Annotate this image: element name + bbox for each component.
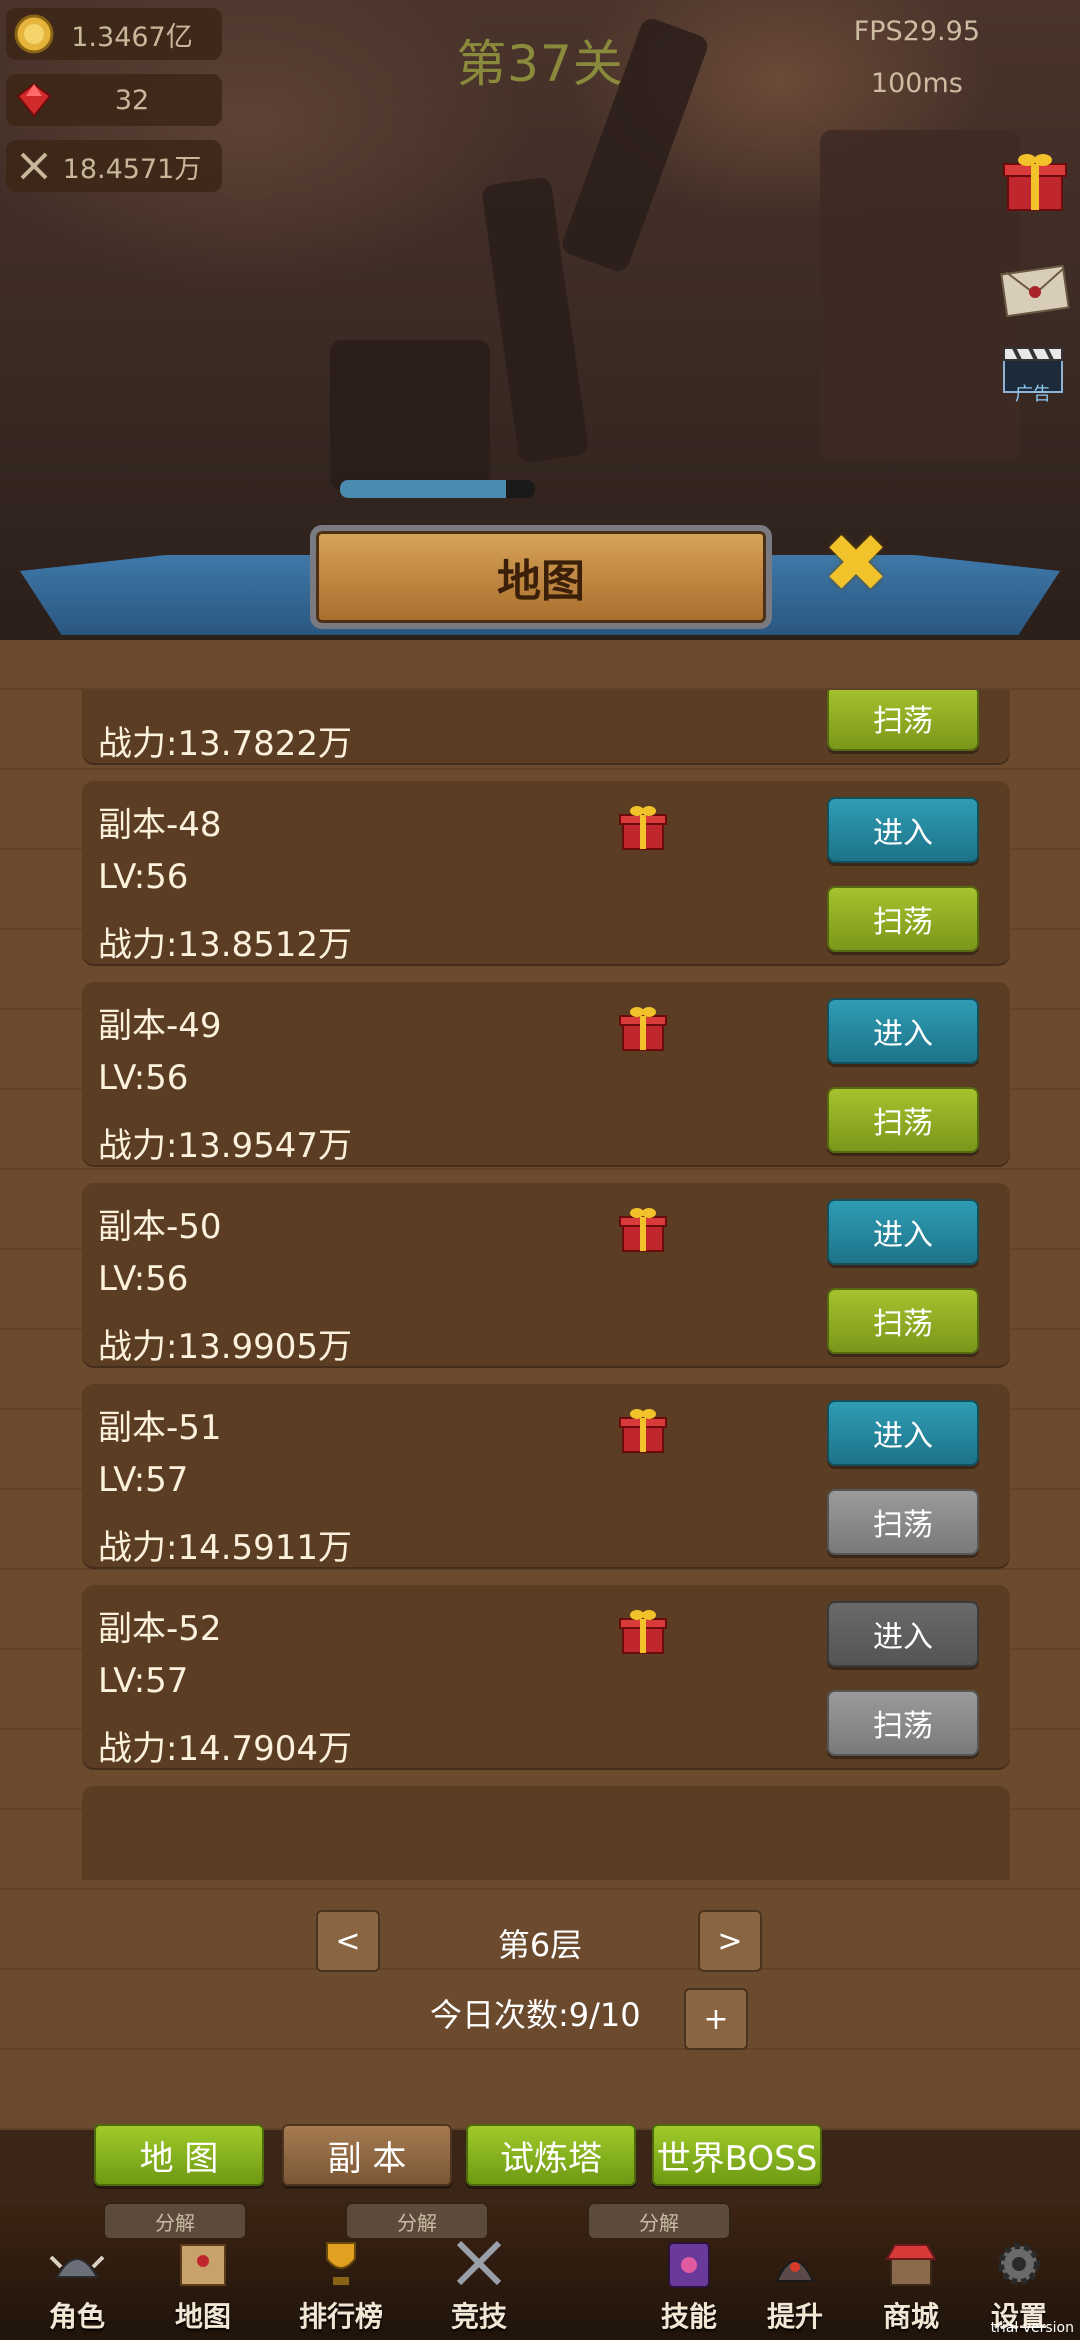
add-attempts-button[interactable]: + [684, 1988, 748, 2050]
sweep-button[interactable]: 扫荡 [827, 1489, 979, 1555]
dungeon-row: 副本-49 LV:56 战力:13.9547万 进入扫荡 [82, 982, 1010, 1167]
enter-button[interactable]: 进入 [827, 797, 979, 863]
nav-label: 排行榜 [298, 2300, 383, 2333]
decompose-button[interactable]: 分解 [346, 2203, 488, 2239]
trophy-icon [326, 2242, 356, 2285]
nav-label: 地图 [174, 2300, 231, 2333]
boss-hp-fill [340, 480, 506, 498]
shop-stall-icon [885, 2244, 937, 2286]
enter-button[interactable]: 进入 [827, 1400, 979, 1466]
gift-icon[interactable] [1000, 150, 1070, 214]
dungeon-row: 副本-48 LV:56 战力:13.8512万 进入扫荡 [82, 781, 1010, 966]
next-floor-button[interactable]: > [698, 1910, 762, 1972]
dialog-header: 地图 ✖ [0, 480, 1080, 650]
crossed-swords-icon [20, 152, 48, 180]
tab-trial-tower[interactable]: 试炼塔 [466, 2124, 636, 2186]
sweep-button[interactable]: 扫荡 [827, 1288, 979, 1354]
nav-shop[interactable]: 商城 [856, 2235, 966, 2335]
sweep-button[interactable]: 扫荡 [827, 1087, 979, 1153]
dungeon-power: 战力:13.9547万 [98, 1126, 353, 1166]
rock-decoration [820, 130, 1020, 460]
mail-icon[interactable] [1000, 258, 1070, 322]
helmet-icon [49, 2255, 105, 2278]
decompose-button[interactable]: 分解 [104, 2203, 246, 2239]
dungeon-name: 副本-51 [98, 1408, 222, 1448]
dungeon-level: LV:57 [98, 1661, 189, 1701]
floor-pager: < 第6层 > [0, 1910, 1080, 1972]
tab-dungeon[interactable]: 副 本 [282, 2124, 452, 2186]
tab-map[interactable]: 地 图 [94, 2124, 264, 2186]
enter-button[interactable]: 进入 [827, 998, 979, 1064]
ad-clapper-icon[interactable]: 广告 [1000, 344, 1066, 414]
map-scroll-icon [180, 2244, 226, 2286]
nav-character[interactable]: 角色 [22, 2235, 132, 2335]
dungeon-list[interactable]: 副本-47LV:55战力:13.7822万进入扫荡副本-48LV:56战力:13… [0, 690, 1080, 1880]
reward-gift-icon[interactable] [617, 1004, 669, 1052]
dungeon-row: 副本-52 LV:57 战力:14.7904万 进入扫荡 [82, 1585, 1010, 1770]
dungeon-power: 战力:13.7822万 [98, 724, 353, 764]
reward-gift-icon[interactable] [617, 803, 669, 851]
dungeon-power: 战力:13.8512万 [98, 925, 353, 965]
dungeon-name: 副本-49 [98, 1006, 222, 1046]
enter-button[interactable]: 进入 [827, 1601, 979, 1667]
reward-gift-icon[interactable] [617, 1607, 669, 1655]
sweep-button[interactable]: 扫荡 [827, 1690, 979, 1756]
dungeon-row: 副本-47LV:55战力:13.7822万进入扫荡 [82, 690, 1010, 765]
nav-label: 提升 [766, 2300, 823, 2333]
crossed-swords-icon [456, 2240, 502, 2286]
dungeon-row: 副本-50 LV:56 战力:13.9905万 进入扫荡 [82, 1183, 1010, 1368]
daily-attempts: 今日次数:9/10 [430, 1996, 641, 2034]
enter-button[interactable]: 进入 [827, 1199, 979, 1265]
sweep-button[interactable]: 扫荡 [827, 886, 979, 952]
nav-upgrade[interactable]: 提升 [740, 2235, 850, 2335]
gear-icon [998, 2243, 1040, 2285]
combat-power-counter: 18.4571万 [6, 140, 222, 192]
dungeon-power: 战力:13.9905万 [98, 1327, 353, 1367]
dungeon-row: 副本-51 LV:57 战力:14.5911万 进入扫荡 [82, 1384, 1010, 1569]
fps-text: FPS29.95 [853, 16, 980, 47]
performance-readout: FPS29.95 100ms [854, 6, 980, 110]
dungeon-level: LV:56 [98, 857, 189, 897]
dungeon-name: 副本-48 [98, 805, 222, 845]
latency-text: 100ms [870, 68, 963, 99]
floor-label: 第6层 [497, 1926, 583, 1964]
dungeon-level: LV:57 [98, 1460, 189, 1500]
nav-skills[interactable]: 技能 [634, 2235, 744, 2335]
dungeon-power: 战力:14.7904万 [98, 1729, 353, 1769]
decompose-button[interactable]: 分解 [588, 2203, 730, 2239]
boss-hp-bar [340, 480, 535, 498]
spellbook-icon [668, 2242, 710, 2288]
nav-label: 角色 [48, 2300, 105, 2333]
dungeon-row-partial [82, 1786, 1010, 1880]
nav-leaderboard[interactable]: 排行榜 [286, 2235, 396, 2335]
dungeon-name: 副本-52 [98, 1609, 222, 1649]
nav-label: 技能 [660, 2300, 717, 2333]
sweep-button[interactable]: 扫荡 [827, 690, 979, 751]
close-x-icon[interactable]: ✖ [818, 524, 894, 604]
dungeon-name: 副本-50 [98, 1207, 222, 1247]
dungeon-level: LV:56 [98, 1259, 189, 1299]
nav-label: 竞技 [450, 2300, 507, 2333]
reward-gift-icon[interactable] [617, 1406, 669, 1454]
tab-world-boss[interactable]: 世界BOSS [652, 2124, 822, 2186]
nav-map[interactable]: 地图 [148, 2235, 258, 2335]
nav-label: 商城 [882, 2300, 939, 2333]
dungeon-level: LV:56 [98, 1058, 189, 1098]
dialog-title: 地图 [310, 525, 772, 629]
reward-gift-icon[interactable] [617, 1205, 669, 1253]
ad-label: 广告 [1015, 384, 1051, 405]
dungeon-level: LV:55 [98, 690, 188, 696]
trial-watermark: trial version [990, 2320, 1074, 2336]
nav-arena[interactable]: 竞技 [424, 2235, 534, 2335]
upgrade-helmet-icon [775, 2260, 815, 2282]
dungeon-power: 战力:14.5911万 [98, 1528, 353, 1568]
rock-decoration [330, 340, 490, 490]
